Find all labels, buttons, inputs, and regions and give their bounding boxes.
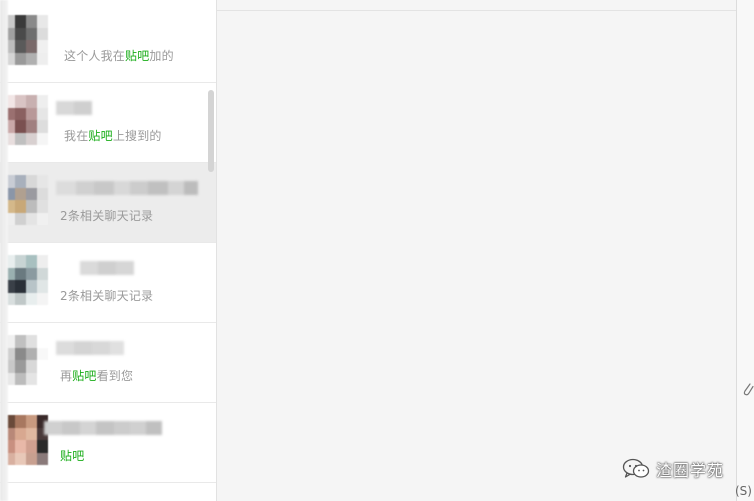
snippet-text: 2条相关聊天记录 bbox=[60, 209, 154, 223]
contact-name-redacted bbox=[44, 421, 162, 435]
keyword-highlight: 贴吧 bbox=[60, 449, 85, 463]
watermark-text: 渣圈学苑 bbox=[656, 461, 725, 480]
search-result-item[interactable]: 再贴吧看到您 bbox=[0, 323, 216, 403]
keyword-highlight: 贴吧 bbox=[125, 49, 150, 63]
app-window: 贴吧 再贴吧看到您 2条相关聊天记录 2条相关聊天记录 我在贴吧上搜到的 这个人我在贴吧加… bbox=[0, 0, 754, 501]
chat-area bbox=[217, 0, 736, 501]
results-scrollbar[interactable] bbox=[208, 90, 214, 172]
avatar bbox=[4, 255, 48, 305]
snippet-text: 我在 bbox=[64, 129, 89, 143]
search-result-item[interactable]: 我在贴吧上搜到的 bbox=[0, 83, 216, 163]
search-result-item[interactable]: 2条相关聊天记录 bbox=[0, 163, 216, 243]
side-toolbar bbox=[737, 0, 754, 501]
search-result-item[interactable]: 2条相关聊天记录 bbox=[0, 243, 216, 323]
search-result-item[interactable]: 这个人我在贴吧加的 bbox=[0, 3, 216, 83]
snippet-text: 看到您 bbox=[96, 369, 134, 383]
contact-name-redacted bbox=[56, 341, 124, 355]
avatar bbox=[4, 415, 48, 465]
result-snippet: 这个人我在贴吧加的 bbox=[64, 47, 174, 64]
chat-header-divider bbox=[217, 10, 737, 11]
avatar bbox=[4, 15, 48, 65]
result-snippet: 再贴吧看到您 bbox=[60, 367, 133, 384]
result-snippet: 2条相关聊天记录 bbox=[60, 287, 153, 304]
keyword-highlight: 贴吧 bbox=[72, 369, 97, 383]
keyword-highlight: 贴吧 bbox=[88, 129, 113, 143]
snippet-text: 再 bbox=[60, 369, 73, 383]
result-snippet: 我在贴吧上搜到的 bbox=[64, 127, 162, 144]
send-shortcut-hint: (S) bbox=[735, 484, 752, 498]
overlapping-window-edge bbox=[0, 0, 8, 501]
avatar bbox=[4, 335, 48, 385]
paperclip-icon[interactable] bbox=[742, 380, 754, 398]
snippet-text: 2条相关聊天记录 bbox=[60, 289, 154, 303]
result-snippet: 贴吧 bbox=[60, 447, 84, 464]
contact-name-redacted bbox=[60, 261, 134, 275]
avatar bbox=[4, 175, 48, 225]
result-snippet: 2条相关聊天记录 bbox=[60, 207, 153, 224]
snippet-text: 上搜到的 bbox=[112, 129, 162, 143]
wechat-logo-icon bbox=[622, 458, 650, 478]
search-results-panel[interactable]: 贴吧 再贴吧看到您 2条相关聊天记录 2条相关聊天记录 我在贴吧上搜到的 这个人我在贴吧加… bbox=[0, 0, 217, 501]
snippet-text: 这个人我在 bbox=[64, 49, 126, 63]
contact-name-redacted bbox=[56, 181, 198, 195]
watermark: 渣圈学苑 bbox=[622, 456, 724, 482]
search-result-item[interactable]: 贴吧 bbox=[0, 403, 216, 483]
contact-name-redacted bbox=[56, 101, 92, 115]
snippet-text: 加的 bbox=[149, 49, 174, 63]
avatar bbox=[4, 95, 48, 145]
